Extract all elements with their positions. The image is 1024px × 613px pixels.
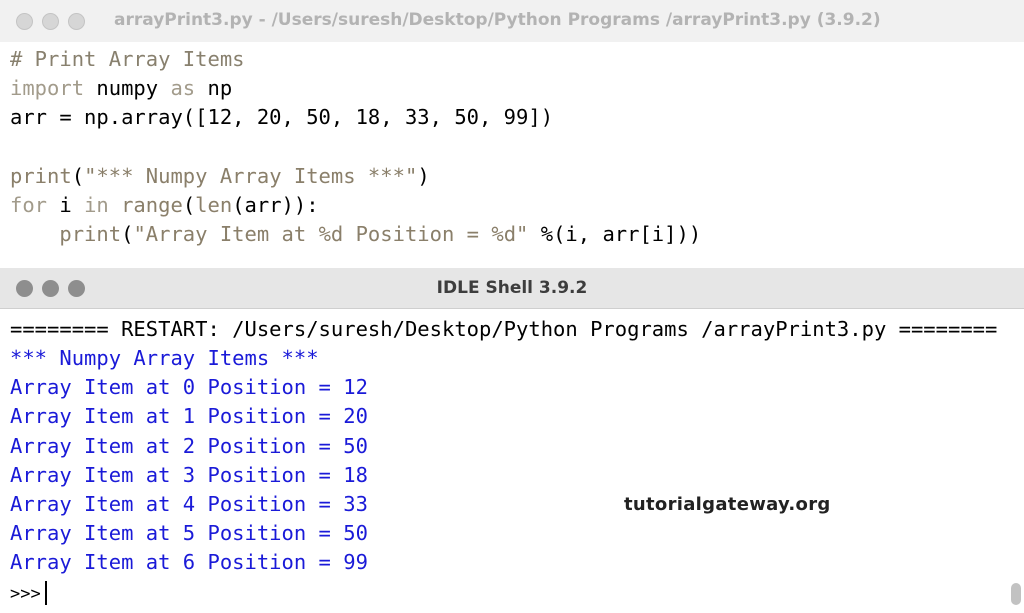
code-token: in — [84, 193, 109, 217]
code-token: ( — [121, 222, 134, 246]
text-cursor — [44, 580, 47, 605]
shell-output-line: Array Item at 0 Position = 12 — [10, 375, 368, 400]
shell-output-line: Array Item at 6 Position = 99 — [10, 550, 368, 575]
scrollbar-thumb[interactable] — [1011, 583, 1021, 605]
screen: arrayPrint3.py - /Users/suresh/Desktop/P… — [0, 0, 1024, 613]
code-line: arr = np.array([12, 20, 50, 18, 33, 50, … — [10, 103, 553, 132]
close-window-button[interactable] — [16, 12, 33, 30]
code-token: ( — [182, 193, 196, 217]
code-token: %(i, arr[i])) — [528, 222, 702, 246]
code-token: np — [195, 76, 233, 100]
code-token: arr = np.array([12, 20, 50, 18, 33, 50, … — [10, 105, 554, 129]
code-token: for — [10, 193, 48, 217]
shell-prompt: >>> — [10, 583, 41, 604]
shell-output-line: Array Item at 2 Position = 50 — [10, 433, 368, 458]
editor-window: arrayPrint3.py - /Users/suresh/Desktop/P… — [0, 0, 1024, 269]
code-token: print — [10, 164, 72, 188]
code-editor-text-area[interactable]: # Print Array Items import numpy as np arr… — [0, 42, 1024, 264]
restart-banner: ======== RESTART: /Users/suresh/Desktop/… — [10, 317, 998, 341]
shell-window-title: IDLE Shell 3.9.2 — [436, 278, 588, 298]
code-token: range — [121, 193, 183, 217]
watermark: tutorialgateway.org — [624, 494, 831, 515]
editor-window-controls — [16, 12, 85, 30]
code-token: as — [170, 76, 196, 100]
code-line: # Print Array Items — [10, 45, 245, 74]
code-token: len — [195, 193, 233, 217]
code-token: # Print Array Items — [10, 47, 245, 71]
shell-output-line: Array Item at 3 Position = 18 — [10, 462, 368, 487]
shell-prompt-line[interactable]: >>> — [10, 578, 47, 607]
zoom-window-button[interactable] — [68, 12, 85, 30]
code-token: numpy — [84, 76, 171, 100]
shell-output-line: *** Numpy Array Items *** — [10, 346, 319, 370]
shell-output-line: Array Item at 5 Position = 50 — [10, 521, 368, 546]
code-token: "Array Item at %d Position = %d" — [133, 222, 529, 246]
code-line: print("*** Numpy Array Items ***") — [10, 162, 430, 191]
code-token: (arr)): — [232, 193, 319, 217]
code-token: i — [47, 193, 85, 217]
code-token: "*** Numpy Array Items ***" — [84, 164, 418, 188]
editor-window-title: arrayPrint3.py - /Users/suresh/Desktop/P… — [114, 10, 881, 30]
code-line: print("Array Item at %d Position = %d" %… — [10, 220, 701, 249]
shell-scrollbar[interactable] — [1011, 312, 1021, 605]
shell-output-line: Array Item at 1 Position = 20 — [10, 404, 368, 429]
code-line: import numpy as np — [10, 74, 232, 103]
code-line: for i in range(len(arr)): — [10, 191, 319, 220]
code-token: print — [59, 222, 122, 246]
code-token: ( — [71, 164, 85, 188]
shell-window: IDLE Shell 3.9.2 ======== RESTART: /User… — [0, 268, 1024, 613]
shell-text-area[interactable]: ======== RESTART: /Users/suresh/Desktop/… — [0, 309, 1000, 613]
minimize-window-button[interactable] — [42, 12, 59, 30]
code-token: ) — [417, 164, 430, 188]
code-token: import — [10, 76, 85, 100]
editor-titlebar[interactable]: arrayPrint3.py - /Users/suresh/Desktop/P… — [0, 0, 1024, 43]
shell-titlebar[interactable]: IDLE Shell 3.9.2 — [0, 268, 1024, 309]
shell-output-line: Array Item at 4 Position = 33 — [10, 492, 368, 516]
